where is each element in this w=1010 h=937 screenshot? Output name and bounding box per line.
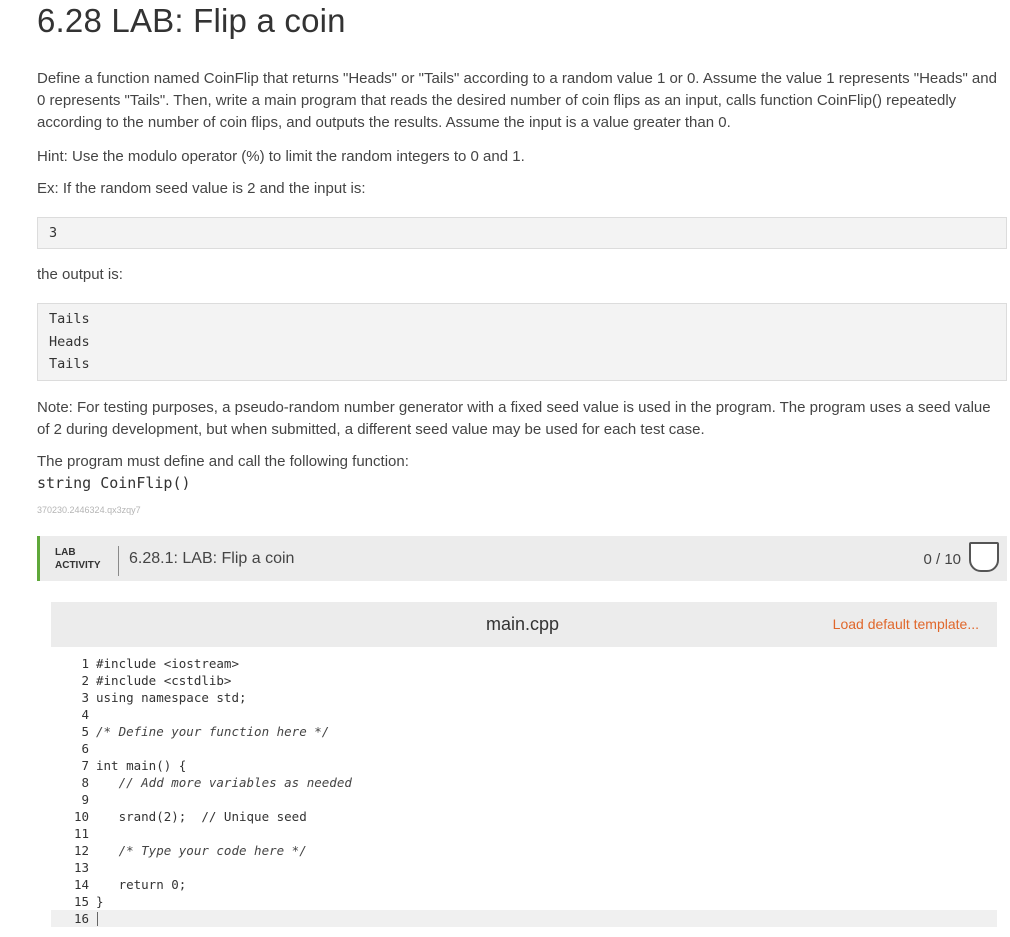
code-line[interactable]: 14 return 0; xyxy=(51,876,997,893)
code-editor: main.cpp Load default template... 1 #incl… xyxy=(51,602,997,937)
code-text[interactable]: using namespace std; xyxy=(96,689,247,706)
line-number: 9 xyxy=(81,792,89,807)
code-text[interactable]: #include <iostream> xyxy=(96,655,239,672)
code-text[interactable]: srand(2); // Unique seed xyxy=(96,808,307,825)
code-line[interactable]: 12 /* Type your code here */ xyxy=(51,842,997,859)
code-text[interactable]: return 0; xyxy=(96,876,187,893)
code-text[interactable]: /* Define your function here */ xyxy=(96,723,329,740)
file-name: main.cpp xyxy=(486,614,560,634)
code-line[interactable]: 5 /* Define your function here */ xyxy=(51,723,997,740)
code-text[interactable]: /* Type your code here */ xyxy=(96,842,307,859)
lab-tag-line1: LAB xyxy=(55,547,76,558)
line-number: 11 xyxy=(73,826,89,841)
code-line[interactable]: 3 using namespace std; xyxy=(51,689,997,706)
content-id: 370230.2446324.qx3zqy7 xyxy=(37,505,141,515)
code-line[interactable]: 1 #include <iostream> xyxy=(51,655,997,672)
lab-activity-header: LAB ACTIVITY 6.28.1: LAB: Flip a coin 0 … xyxy=(37,536,1007,581)
line-number: 7 xyxy=(81,758,89,773)
example-output-line: Tails xyxy=(49,356,90,372)
example-input-line: 3 xyxy=(49,225,58,241)
code-text[interactable]: } xyxy=(96,893,104,910)
load-default-template-link[interactable]: Load default template... xyxy=(833,616,979,632)
code-line[interactable]: 6 xyxy=(51,740,997,757)
example-output-line: Heads xyxy=(49,333,90,350)
line-number: 12 xyxy=(73,843,89,858)
code-line[interactable]: 9 xyxy=(51,791,997,808)
must-define-text: The program must define and call the fol… xyxy=(37,453,409,470)
lab-header-divider xyxy=(118,546,119,576)
example-output-line: Tails xyxy=(49,311,90,327)
code-line[interactable]: 2 #include <cstdlib> xyxy=(51,672,997,689)
code-text[interactable]: // Add more variables as needed xyxy=(96,774,352,791)
hint-text: Hint: Use the modulo operator (%) to lim… xyxy=(37,148,525,165)
code-text[interactable]: #include <cstdlib> xyxy=(96,672,231,689)
code-line[interactable]: 11 xyxy=(51,825,997,842)
lab-activity-tag: LAB ACTIVITY xyxy=(55,546,101,572)
line-number: 5 xyxy=(81,724,89,739)
line-number: 4 xyxy=(81,707,89,722)
line-number: 14 xyxy=(73,877,89,892)
example-output-box: Tails Heads Tails xyxy=(37,303,1007,381)
line-number: 16 xyxy=(73,911,89,926)
function-signature: string CoinFlip() xyxy=(37,474,191,492)
line-number: 1 xyxy=(81,656,89,671)
line-number: 13 xyxy=(73,860,89,875)
line-number: 8 xyxy=(81,775,89,790)
code-line[interactable]: 16 xyxy=(51,910,997,927)
code-line[interactable]: 4 xyxy=(51,706,997,723)
line-number: 10 xyxy=(73,809,89,824)
line-number: 15 xyxy=(73,894,89,909)
code-line[interactable]: 15} xyxy=(51,893,997,910)
example-intro: Ex: If the random seed value is 2 and th… xyxy=(37,180,366,197)
code-text[interactable]: int main() { xyxy=(96,757,186,774)
output-intro: the output is: xyxy=(37,266,123,283)
code-line[interactable]: 13 xyxy=(51,859,997,876)
code-line[interactable]: 7 int main() { xyxy=(51,757,997,774)
lab-activity-name: 6.28.1: LAB: Flip a coin xyxy=(129,550,295,567)
completion-badge-icon xyxy=(969,542,999,572)
lab-score: 0 / 10 xyxy=(923,551,961,568)
code-line[interactable]: 10 srand(2); // Unique seed xyxy=(51,808,997,825)
lab-tag-line2: ACTIVITY xyxy=(55,560,101,571)
line-number: 2 xyxy=(81,673,89,688)
text-cursor xyxy=(97,912,98,926)
testing-note: Note: For testing purposes, a pseudo-ran… xyxy=(37,399,991,438)
line-number: 6 xyxy=(81,741,89,756)
editor-toolbar: main.cpp Load default template... xyxy=(51,602,997,647)
code-area[interactable]: 1 #include <iostream> 2 #include <cstdlib> 3… xyxy=(51,647,997,937)
example-input-box: 3 xyxy=(37,217,1007,249)
line-number: 3 xyxy=(81,690,89,705)
page-title: 6.28 LAB: Flip a coin xyxy=(37,2,346,39)
code-line[interactable]: 8 // Add more variables as needed xyxy=(51,774,997,791)
problem-description: Define a function named CoinFlip that re… xyxy=(37,70,997,131)
